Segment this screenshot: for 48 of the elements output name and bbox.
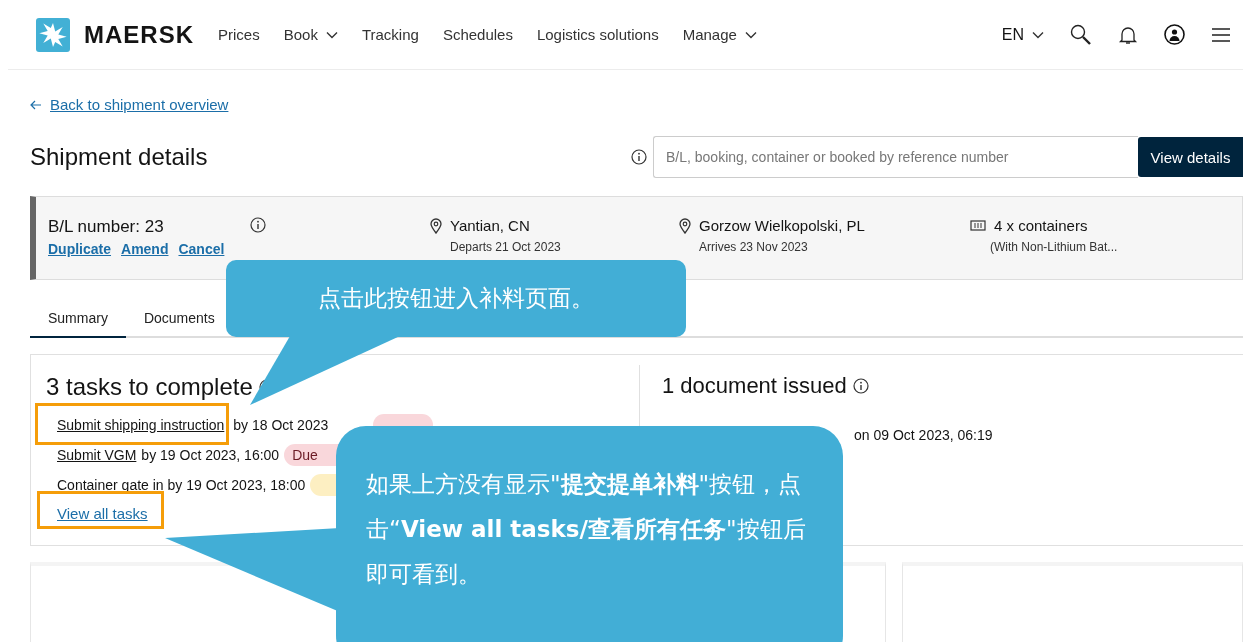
location-name: Gorzow Wielkopolski, PL (699, 217, 865, 234)
nav-item[interactable]: Logistics solutions (536, 26, 659, 43)
chevron-icon (1032, 30, 1044, 39)
nav-item[interactable]: Manage (682, 26, 757, 43)
date-text: Departs 21 Oct 2023 (450, 240, 562, 254)
cargo-detail: (With Non-Lithium Bat... (990, 240, 1119, 254)
nav-item[interactable]: Tracking (361, 26, 419, 43)
view-all-tasks-link[interactable]: View all tasks (57, 505, 148, 522)
view-details-button[interactable]: View details (1138, 137, 1243, 177)
location-pin-icon (679, 217, 691, 234)
document-issued-text: on 09 Oct 2023, 06:19 (853, 427, 994, 443)
location-name: Yantian, CN (450, 217, 530, 234)
task-due: by 18 Oct 2023 (233, 417, 329, 433)
info-icon[interactable] (852, 378, 869, 394)
tab[interactable]: Documents (125, 310, 215, 338)
search-icon[interactable] (1070, 23, 1092, 46)
action-link[interactable]: Cancel (178, 241, 225, 257)
info-icon[interactable] (631, 149, 647, 165)
search-field[interactable]: B/L, booking, container or booked by reference number (653, 136, 1138, 178)
bell-icon[interactable] (1118, 24, 1138, 45)
container-count: 4 x containers (994, 217, 1088, 234)
tab[interactable]: Summary (30, 310, 126, 338)
star-logo-icon[interactable] (36, 17, 70, 52)
brand-name[interactable]: MAERSK (84, 20, 194, 49)
nav-item[interactable]: Schedules (442, 26, 513, 43)
container-icon (970, 219, 986, 232)
chevron-icon (325, 30, 338, 39)
date-text: Arrives 23 Nov 2023 (699, 240, 809, 254)
nav-item[interactable]: Book (283, 26, 338, 43)
page-title: Shipment details (30, 143, 208, 171)
task-link[interactable]: Submit VGM (57, 447, 137, 463)
task-link[interactable]: Submit shipping instruction (57, 417, 225, 433)
bl-number: B/L number: 23 (48, 217, 165, 237)
arrow-left-icon[interactable] (30, 99, 42, 110)
back-link[interactable]: Back to shipment overview (50, 96, 229, 113)
info-icon[interactable] (250, 217, 266, 233)
menu-icon[interactable] (1211, 26, 1231, 43)
chevron-icon (744, 30, 757, 39)
hint-tooltip: 如果上方没有显示"提交提单补料"按钮，点击“View all tasks/查看所有任务"按钮后即可看到。 (336, 426, 843, 642)
action-link[interactable]: Duplicate (48, 241, 111, 257)
location-pin-icon (430, 217, 442, 234)
language-selector[interactable]: EN (1001, 25, 1044, 44)
user-icon[interactable] (1164, 24, 1185, 45)
documents-heading: 1 document issued (662, 373, 847, 399)
tasks-heading: 3 tasks to complete (46, 373, 253, 401)
action-link[interactable]: Amend (121, 241, 169, 257)
task-due: by 19 Oct 2023, 16:00 (141, 447, 280, 463)
nav-item[interactable]: Prices (218, 26, 260, 43)
